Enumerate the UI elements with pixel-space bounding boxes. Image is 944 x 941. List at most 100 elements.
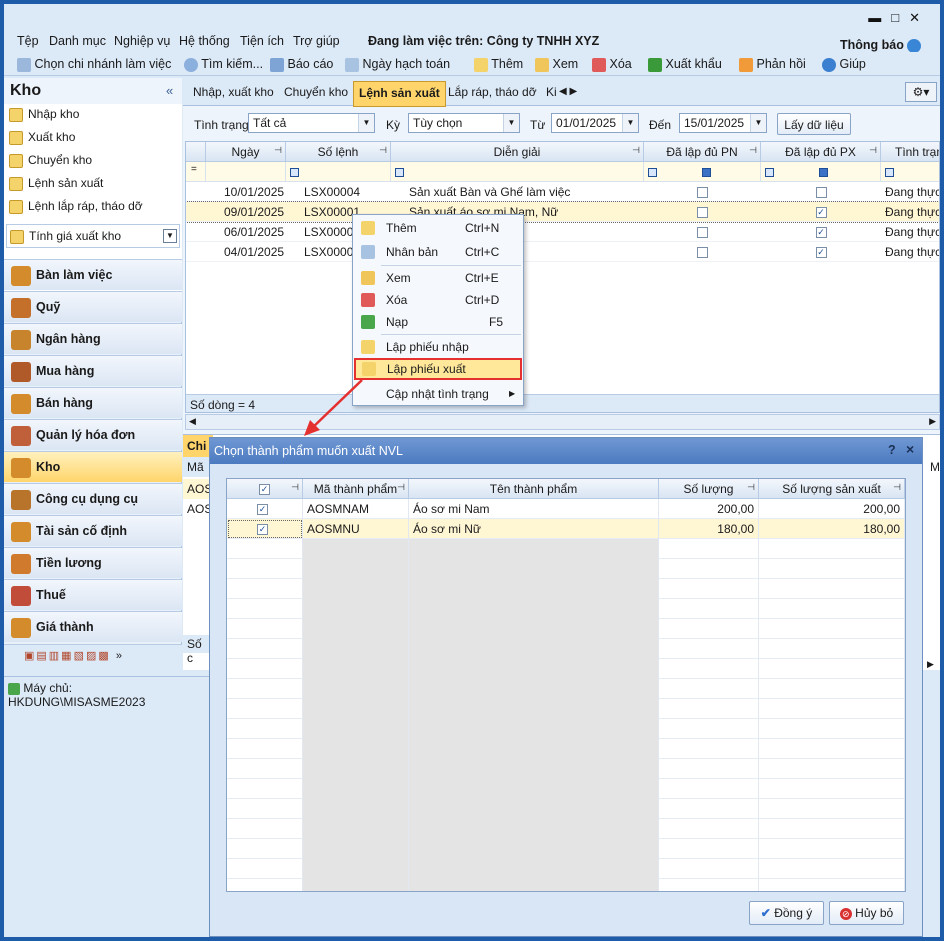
module-6[interactable]: Kho [4, 451, 182, 482]
cell-checkbox[interactable] [697, 187, 708, 199]
help-button[interactable]: Giúp [822, 57, 866, 72]
ctx-update-status[interactable]: Cập nhật tình trạng ▶ [353, 383, 523, 405]
module-2[interactable]: Ngân hàng [4, 323, 182, 354]
pin-icon[interactable]: ⊣ [632, 145, 640, 156]
status-select[interactable]: Tất cả ▼ [248, 113, 375, 133]
menu-catalog[interactable]: Danh mục [49, 34, 106, 48]
ctx-view[interactable]: Xem Ctrl+E [353, 267, 523, 289]
report-button[interactable]: Báo cáo [270, 57, 333, 72]
cancel-button[interactable]: ⊘ Hủy bỏ [829, 901, 904, 925]
cell-checkbox[interactable]: ✓ [815, 207, 827, 219]
pin-icon[interactable]: ⊣ [379, 145, 387, 156]
dialog-cell-0[interactable] [227, 539, 303, 559]
feedback-button[interactable]: Phản hồi [739, 57, 806, 72]
pin-icon[interactable]: ⊣ [893, 482, 901, 493]
pin-icon[interactable]: ⊣ [747, 482, 755, 493]
pin-icon[interactable]: ⊣ [274, 145, 282, 156]
ctx-duplicate[interactable]: Nhân bản Ctrl+C [353, 241, 523, 263]
tab-assembly[interactable]: Lắp ráp, tháo dỡ [448, 85, 537, 99]
menu-utilities[interactable]: Tiện ích [240, 34, 284, 48]
module-5[interactable]: Quản lý hóa đơn [4, 419, 182, 450]
module-4[interactable]: Bán hàng [4, 387, 182, 418]
add-button[interactable]: Thêm [474, 57, 523, 72]
chevron-down-icon[interactable]: ▼ [622, 114, 638, 132]
search-button[interactable]: Tìm kiếm... [184, 57, 263, 72]
left-item-production-order[interactable]: Lệnh sản xuất [9, 176, 103, 191]
to-date-input[interactable]: 15/01/2025 ▼ [679, 113, 767, 133]
table-row[interactable]: 10/01/2025 LSX00004 Sản xuất Bàn và Ghế là… [186, 182, 939, 202]
filter-cell-status[interactable] [881, 162, 939, 182]
dialog-header-prod-qty[interactable]: Số lượng sản xuất ⊣ [759, 479, 905, 499]
scroll-left-icon[interactable]: ◀ [189, 416, 196, 427]
filter-cell-pn[interactable] [644, 162, 761, 182]
dialog-cell-0[interactable] [227, 679, 303, 699]
dialog-cell-0[interactable] [227, 639, 303, 659]
filter-op-icon[interactable] [885, 168, 894, 178]
filter-op-icon[interactable] [648, 168, 657, 178]
dialog-header-name[interactable]: Tên thành phẩm [409, 479, 659, 499]
ctx-delete[interactable]: Xóa Ctrl+D [353, 289, 523, 311]
module-8[interactable]: Tài sản cố định [4, 515, 182, 546]
module-9[interactable]: Tiền lương [4, 547, 182, 578]
dialog-help-icon[interactable]: ? [888, 443, 896, 457]
menu-help[interactable]: Trợ giúp [293, 34, 340, 48]
more-icon[interactable]: » [116, 650, 124, 662]
grid-header-px[interactable]: Đã lập đủ PX ⊣ [761, 142, 881, 162]
dialog-close-icon[interactable]: × [906, 441, 914, 457]
chevron-down-icon[interactable]: ▼ [503, 114, 519, 132]
pin-icon[interactable]: ⊣ [749, 145, 757, 156]
filter-row-equals[interactable]: = [186, 162, 206, 182]
filter-cell-date[interactable] [206, 162, 286, 182]
dialog-cell-0[interactable] [227, 759, 303, 779]
dialog-cell-0[interactable] [227, 859, 303, 879]
dialog-cell-0[interactable] [227, 659, 303, 679]
module-10[interactable]: Thuế [4, 579, 182, 610]
filter-check-icon[interactable] [819, 168, 828, 178]
left-item-assembly[interactable]: Lệnh lắp ráp, tháo dỡ [9, 199, 143, 214]
filter-op-icon[interactable] [290, 168, 299, 178]
dialog-header-check[interactable]: ✓ ⊣ [227, 479, 303, 499]
module-1[interactable]: Quỹ [4, 291, 182, 322]
tab-import-export[interactable]: Nhập, xuất kho [193, 85, 274, 99]
filter-cell-px[interactable] [761, 162, 881, 182]
dialog-cell-0[interactable] [227, 739, 303, 759]
grid-header-description[interactable]: Diễn giải ⊣ [391, 142, 644, 162]
tab-more[interactable]: Ki [546, 85, 557, 99]
pin-icon[interactable]: ⊣ [869, 145, 877, 156]
dialog-cell-0[interactable]: ✓ [227, 519, 303, 539]
left-item-export[interactable]: Xuất kho [9, 130, 75, 145]
module-3[interactable]: Mua hàng [4, 355, 182, 386]
export-button[interactable]: Xuất khẩu [648, 57, 722, 72]
dialog-cell-0[interactable] [227, 839, 303, 859]
module-11[interactable]: Giá thành [4, 611, 182, 642]
filter-op-icon[interactable] [765, 168, 774, 178]
cell-checkbox[interactable]: ✓ [815, 227, 827, 239]
grid-header-date[interactable]: Ngày ⊣ [206, 142, 286, 162]
pin-icon[interactable]: ⊣ [291, 482, 299, 493]
dialog-cell-0[interactable] [227, 619, 303, 639]
cell-checkbox[interactable] [697, 247, 708, 259]
grid-header-order-no[interactable]: Số lệnh ⊣ [286, 142, 391, 162]
tab-production-order[interactable]: Lệnh sản xuất [353, 81, 446, 107]
period-select[interactable]: Tùy chọn ▼ [408, 113, 520, 133]
horizontal-scrollbar[interactable]: ◀ ▶ [185, 414, 940, 430]
dialog-cell-0[interactable] [227, 819, 303, 839]
pin-icon[interactable]: ⊣ [397, 482, 405, 493]
window-controls[interactable]: ▬□✕ [868, 10, 930, 26]
ctx-reload[interactable]: Nạp F5 [353, 311, 523, 333]
filter-cell-order-no[interactable] [286, 162, 391, 182]
dialog-cell-0[interactable]: ✓ [227, 499, 303, 519]
branch-button[interactable]: Chọn chi nhánh làm việc [17, 57, 171, 72]
filter-cell-description[interactable] [391, 162, 644, 182]
dialog-cell-0[interactable] [227, 879, 303, 891]
ctx-create-receipt[interactable]: Lập phiếu nhập [353, 336, 523, 358]
ok-button[interactable]: ✔ Đồng ý [749, 901, 824, 925]
settings-button[interactable]: ⚙▾ [905, 82, 937, 102]
module-7[interactable]: Công cụ dụng cụ [4, 483, 182, 514]
grid-header-status[interactable]: Tình trạng [881, 142, 939, 162]
cell-checkbox[interactable]: ✓ [815, 247, 827, 259]
table-row[interactable]: ✓ AOSMNAM Áo sơ mi Nam 200,00 200,00 [227, 499, 905, 519]
dialog-cell-0[interactable] [227, 719, 303, 739]
from-date-input[interactable]: 01/01/2025 ▼ [551, 113, 639, 133]
row-checkbox[interactable]: ✓ [257, 504, 268, 516]
